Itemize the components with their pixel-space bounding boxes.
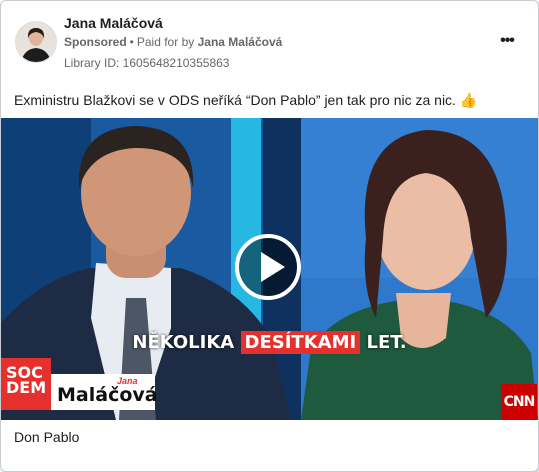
- logo-line-2: DEM: [6, 378, 47, 397]
- sponsored-label[interactable]: Sponsored: [64, 35, 127, 49]
- avatar[interactable]: [15, 21, 57, 63]
- candidate-name-logo: Jana Maláčová: [51, 374, 158, 410]
- paid-for-label: Paid for by: [136, 35, 195, 49]
- cnn-logo: CNN: [501, 384, 537, 420]
- socdem-logo: SOC DEM: [1, 358, 51, 410]
- advertiser-name[interactable]: Jana Maláčová: [64, 15, 163, 31]
- sponsored-info: Sponsored • Paid for by Jana Maláčová: [64, 35, 282, 49]
- post-header: Jana Maláčová Sponsored • Paid for by Jana…: [1, 1, 538, 81]
- caption-word-3: LET.: [366, 332, 407, 353]
- post-text: Exministru Blažkovi se v ODS neříká “Don…: [14, 92, 478, 108]
- separator-dot: •: [129, 35, 134, 49]
- logo-last-name: Maláčová: [57, 384, 158, 406]
- caption-word-1: NĚKOLIKA: [132, 332, 235, 353]
- ad-card: Jana Maláčová Sponsored • Paid for by Jana…: [0, 0, 539, 472]
- avatar-image: [16, 22, 56, 62]
- caption-highlight: DESÍTKAMI: [240, 331, 361, 354]
- video-caption: NĚKOLIKA DESÍTKAMI LET.: [1, 331, 538, 354]
- payer-name[interactable]: Jana Maláčová: [198, 35, 283, 49]
- play-icon[interactable]: [235, 234, 301, 300]
- library-id: Library ID: 1605648210355863: [64, 56, 230, 70]
- video-player[interactable]: NĚKOLIKA DESÍTKAMI LET. SOC DEM Jana Mal…: [1, 118, 538, 420]
- more-options-icon[interactable]: •••: [495, 31, 519, 51]
- video-title[interactable]: Don Pablo: [14, 429, 79, 445]
